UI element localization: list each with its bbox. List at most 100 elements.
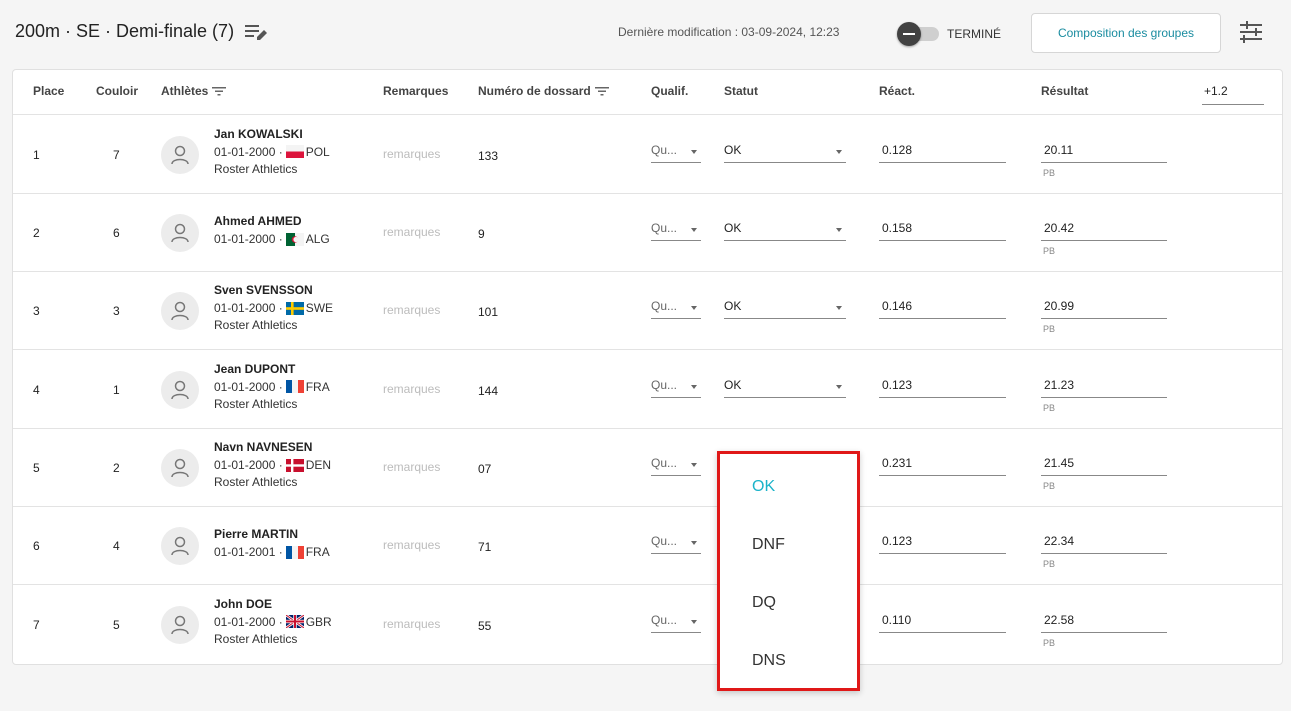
status-select[interactable]: OK — [724, 219, 846, 241]
qualification-select[interactable]: Qu... — [651, 297, 701, 319]
qualification-select[interactable]: Qu... — [651, 532, 701, 554]
reaction-time-input[interactable]: 0.128 — [879, 141, 1006, 163]
status-value: OK — [724, 221, 742, 235]
result-input[interactable]: 20.11 — [1041, 141, 1167, 163]
athlete-meta: 01-01-2000 · SWE — [214, 301, 333, 315]
table-row: 3 3 Sven SVENSSON 01-01-2000 · SWE Roste… — [13, 272, 1282, 350]
qualification-select[interactable]: Qu... — [651, 141, 701, 163]
reaction-time-value: 0.110 — [882, 612, 912, 627]
column-bib-label: Numéro de dossard — [478, 84, 591, 98]
tune-icon[interactable] — [1238, 19, 1264, 45]
status-select[interactable]: OK — [724, 297, 846, 319]
result-input[interactable]: 21.23 — [1041, 376, 1167, 398]
lane-cell: 2 — [113, 461, 120, 475]
column-athletes[interactable]: Athlètes — [161, 84, 227, 98]
avatar — [161, 527, 199, 565]
column-qual[interactable]: Qualif. — [651, 84, 688, 98]
athlete-club: Roster Athletics — [214, 631, 298, 646]
reaction-time-input[interactable]: 0.123 — [879, 376, 1006, 398]
remarks-input[interactable]: remarques — [383, 617, 440, 631]
wind-input[interactable] — [1202, 78, 1264, 105]
column-status[interactable]: Statut — [724, 84, 758, 98]
athlete-name: Sven SVENSSON — [214, 283, 313, 297]
status-option-dnf[interactable]: DNF — [752, 536, 785, 554]
finished-toggle[interactable] — [897, 22, 941, 46]
person-icon — [171, 615, 189, 634]
result-input[interactable]: 22.58 — [1041, 611, 1167, 633]
result-input[interactable]: 21.45 — [1041, 454, 1167, 476]
athlete-country: POL — [305, 144, 330, 159]
reaction-time-value: 0.146 — [882, 299, 913, 313]
table-header: Place Couloir Athlètes Remarques Numéro … — [13, 70, 1282, 115]
caret-down-icon — [836, 228, 842, 232]
result-input[interactable]: 20.99 — [1041, 297, 1167, 319]
athlete-birthdate: 01-01-2000 · — [214, 379, 283, 394]
athlete-cell[interactable]: Jan KOWALSKI 01-01-2000 · POL Roster Ath… — [214, 127, 330, 176]
flag-fra-icon — [285, 380, 304, 393]
athlete-cell[interactable]: Pierre MARTIN 01-01-2001 · FRA — [214, 527, 330, 559]
column-remarks[interactable]: Remarques — [383, 84, 448, 98]
athlete-cell[interactable]: Ahmed AHMED 01-01-2000 · ALG — [214, 214, 330, 246]
column-lane[interactable]: Couloir — [96, 84, 138, 98]
column-result[interactable]: Résultat — [1041, 84, 1088, 98]
person-icon — [171, 536, 189, 556]
status-option-dns[interactable]: DNS — [752, 652, 786, 670]
remarks-input[interactable]: remarques — [383, 147, 440, 161]
reaction-time-value: 0.231 — [882, 456, 913, 470]
result-input[interactable]: 20.42 — [1041, 219, 1167, 241]
athlete-country: FRA — [305, 379, 330, 394]
reaction-time-input[interactable]: 0.146 — [879, 297, 1006, 319]
remarks-input[interactable]: remarques — [383, 382, 440, 396]
personal-best-badge: PB — [1043, 167, 1056, 178]
athlete-cell[interactable]: Sven SVENSSON 01-01-2000 · SWE Roster At… — [214, 283, 333, 332]
remarks-input[interactable]: remarques — [383, 460, 440, 474]
filter-icon[interactable] — [212, 86, 227, 96]
lane-cell: 7 — [113, 147, 120, 162]
column-athletes-label: Athlètes — [161, 84, 209, 98]
qualification-select[interactable]: Qu... — [651, 611, 701, 633]
reaction-time-input[interactable]: 0.158 — [879, 219, 1006, 241]
result-value: 22.34 — [1044, 534, 1075, 548]
qualification-select[interactable]: Qu... — [651, 376, 701, 398]
athlete-club: Roster Athletics — [214, 475, 298, 489]
caret-down-icon — [836, 149, 842, 154]
reaction-time-input[interactable]: 0.110 — [879, 611, 1006, 633]
status-option-ok[interactable]: OK — [752, 478, 775, 496]
remarks-input[interactable]: remarques — [383, 225, 440, 239]
caret-down-icon — [691, 463, 697, 467]
status-option-dq[interactable]: DQ — [752, 594, 776, 612]
athlete-name: Jean DUPONT — [214, 361, 296, 376]
playlist-edit-icon[interactable] — [244, 21, 270, 45]
qualification-value: Qu... — [651, 221, 678, 235]
athlete-cell[interactable]: John DOE 01-01-2000 · GBR Roster Athleti… — [214, 597, 332, 646]
status-value: OK — [724, 377, 742, 392]
athlete-cell[interactable]: Navn NAVNESEN 01-01-2000 · DEN Roster At… — [214, 440, 331, 489]
status-select[interactable]: OK — [724, 141, 846, 163]
result-input[interactable]: 22.34 — [1041, 532, 1167, 554]
bib-cell: 144 — [478, 383, 499, 398]
athlete-name: Navn NAVNESEN — [214, 440, 313, 454]
column-reaction[interactable]: Réact. — [879, 84, 915, 98]
person-icon — [171, 301, 189, 321]
reaction-time-input[interactable]: 0.231 — [879, 454, 1006, 476]
qualification-select[interactable]: Qu... — [651, 454, 701, 476]
athlete-country: ALG — [305, 232, 330, 246]
table-row: 5 2 Navn NAVNESEN 01-01-2000 · DEN Roste… — [13, 429, 1282, 507]
reaction-time-input[interactable]: 0.123 — [879, 532, 1006, 554]
finished-toggle-label: TERMINÉ — [947, 27, 1001, 41]
status-select[interactable]: OK — [724, 376, 846, 398]
remarks-input[interactable]: remarques — [383, 303, 440, 317]
athlete-meta: 01-01-2000 · POL — [214, 145, 330, 159]
remarks-input[interactable]: remarques — [383, 538, 440, 552]
qualification-select[interactable]: Qu... — [651, 219, 701, 241]
column-bib[interactable]: Numéro de dossard — [478, 84, 609, 98]
avatar — [161, 292, 199, 330]
groups-composition-button[interactable]: Composition des groupes — [1031, 13, 1221, 53]
athlete-country: DEN — [305, 458, 332, 472]
lane-cell: 3 — [113, 304, 120, 318]
filter-icon[interactable] — [594, 86, 609, 96]
column-place[interactable]: Place — [33, 84, 64, 98]
avatar — [161, 605, 199, 644]
athlete-cell[interactable]: Jean DUPONT 01-01-2000 · FRA Roster Athl… — [214, 362, 330, 411]
athlete-birthdate: 01-01-2000 · — [214, 614, 283, 629]
